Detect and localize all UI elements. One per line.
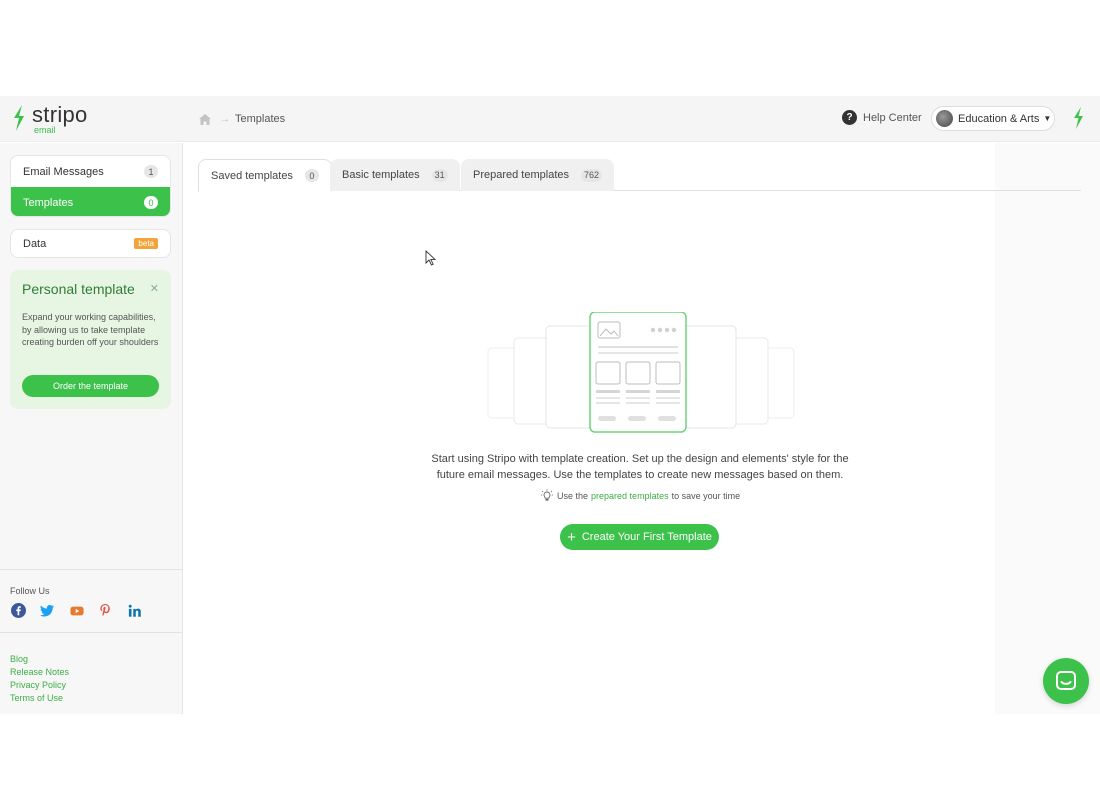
stripo-mark-icon[interactable] <box>1070 106 1088 130</box>
sidebar-item-label: Data <box>23 237 47 250</box>
blog-link[interactable]: Blog <box>10 653 69 665</box>
help-center-label: Help Center <box>863 111 922 124</box>
release-notes-link[interactable]: Release Notes <box>10 666 69 678</box>
divider <box>0 632 183 633</box>
account-switcher[interactable]: Education & Arts ▼ <box>931 106 1055 131</box>
breadcrumb-current: Templates <box>235 113 286 125</box>
prepared-templates-link[interactable]: prepared templates <box>591 491 669 501</box>
terms-of-use-link[interactable]: Terms of Use <box>10 692 69 704</box>
tip-line: Use the prepared templates to save your … <box>541 489 740 503</box>
caret-down-icon: ▼ <box>1043 114 1052 123</box>
tab-basic-templates[interactable]: Basic templates 31 <box>330 159 460 191</box>
account-label: Education & Arts <box>958 112 1040 125</box>
beta-badge: beta <box>134 238 158 249</box>
sidebar-item-email-messages[interactable]: Email Messages 1 <box>11 156 170 187</box>
logo-word: stripo <box>32 102 88 127</box>
stripo-logo[interactable]: stripo email <box>10 104 88 135</box>
logo-sub: email <box>34 125 56 135</box>
home-icon[interactable] <box>199 113 211 125</box>
pinterest-icon[interactable] <box>97 602 114 619</box>
tip-prefix: Use the <box>557 491 589 501</box>
tab-label: Basic templates <box>342 169 420 181</box>
sidebar-item-label: Email Messages <box>23 165 104 178</box>
sidebar-item-templates[interactable]: Templates 0 <box>11 187 170 216</box>
tab-label: Prepared templates <box>473 169 569 181</box>
avatar <box>936 110 953 127</box>
follow-us-label: Follow Us <box>10 586 50 596</box>
breadcrumb: → Templates <box>199 113 285 125</box>
promo-title: Personal template <box>22 281 135 297</box>
tip-suffix: to save your time <box>671 491 741 501</box>
youtube-icon[interactable] <box>68 602 85 619</box>
sidebar-item-label: Templates <box>23 196 74 209</box>
help-center-link[interactable]: ? Help Center <box>842 110 922 125</box>
breadcrumb-arrow-icon: → <box>220 113 230 125</box>
top-bar: stripo email → Templates ? Help Center E… <box>0 96 1100 142</box>
twitter-icon[interactable] <box>39 602 56 619</box>
plus-icon: + <box>567 528 576 546</box>
count-badge: 762 <box>581 168 603 182</box>
create-first-template-button[interactable]: + Create Your First Template <box>560 524 719 550</box>
divider <box>0 569 183 570</box>
chat-widget-button[interactable] <box>1043 658 1089 704</box>
sidebar-item-data[interactable]: Data beta <box>10 229 171 258</box>
privacy-policy-link[interactable]: Privacy Policy <box>10 679 69 691</box>
sidebar-nav: Email Messages 1 Templates 0 <box>10 155 171 217</box>
stripo-logo-icon <box>14 105 24 131</box>
create-button-label: Create Your First Template <box>581 531 712 543</box>
linkedin-icon[interactable] <box>126 602 143 619</box>
chat-icon <box>1056 671 1076 690</box>
app-window: stripo email → Templates ? Help Center E… <box>0 96 1100 714</box>
help-icon: ? <box>842 110 857 125</box>
social-links <box>10 602 143 619</box>
sidebar: Email Messages 1 Templates 0 Data beta P… <box>0 143 183 714</box>
right-panel <box>995 143 1100 714</box>
template-tabs: Saved templates 0 Basic templates 31 Pre… <box>198 159 1081 192</box>
lightbulb-icon <box>541 489 553 501</box>
templates-illustration <box>487 312 795 433</box>
tab-label: Saved templates <box>211 169 293 182</box>
close-icon[interactable]: ✕ <box>150 282 159 295</box>
mouse-cursor-icon <box>425 250 437 266</box>
count-badge: 0 <box>304 169 319 182</box>
facebook-icon[interactable] <box>10 602 27 619</box>
empty-state-message: Start using Stripo with template creatio… <box>431 453 849 481</box>
tab-saved-templates[interactable]: Saved templates 0 <box>198 159 332 192</box>
personal-template-promo: Personal template ✕ Expand your working … <box>10 270 171 409</box>
tab-prepared-templates[interactable]: Prepared templates 762 <box>461 159 615 191</box>
promo-text: Expand your working capabilities, by all… <box>22 312 159 347</box>
order-template-button[interactable]: Order the template <box>22 375 159 397</box>
count-badge: 31 <box>431 168 448 182</box>
count-badge: 1 <box>144 165 158 178</box>
footer-links: Blog Release Notes Privacy Policy Terms … <box>10 653 69 704</box>
count-badge: 0 <box>144 196 158 209</box>
